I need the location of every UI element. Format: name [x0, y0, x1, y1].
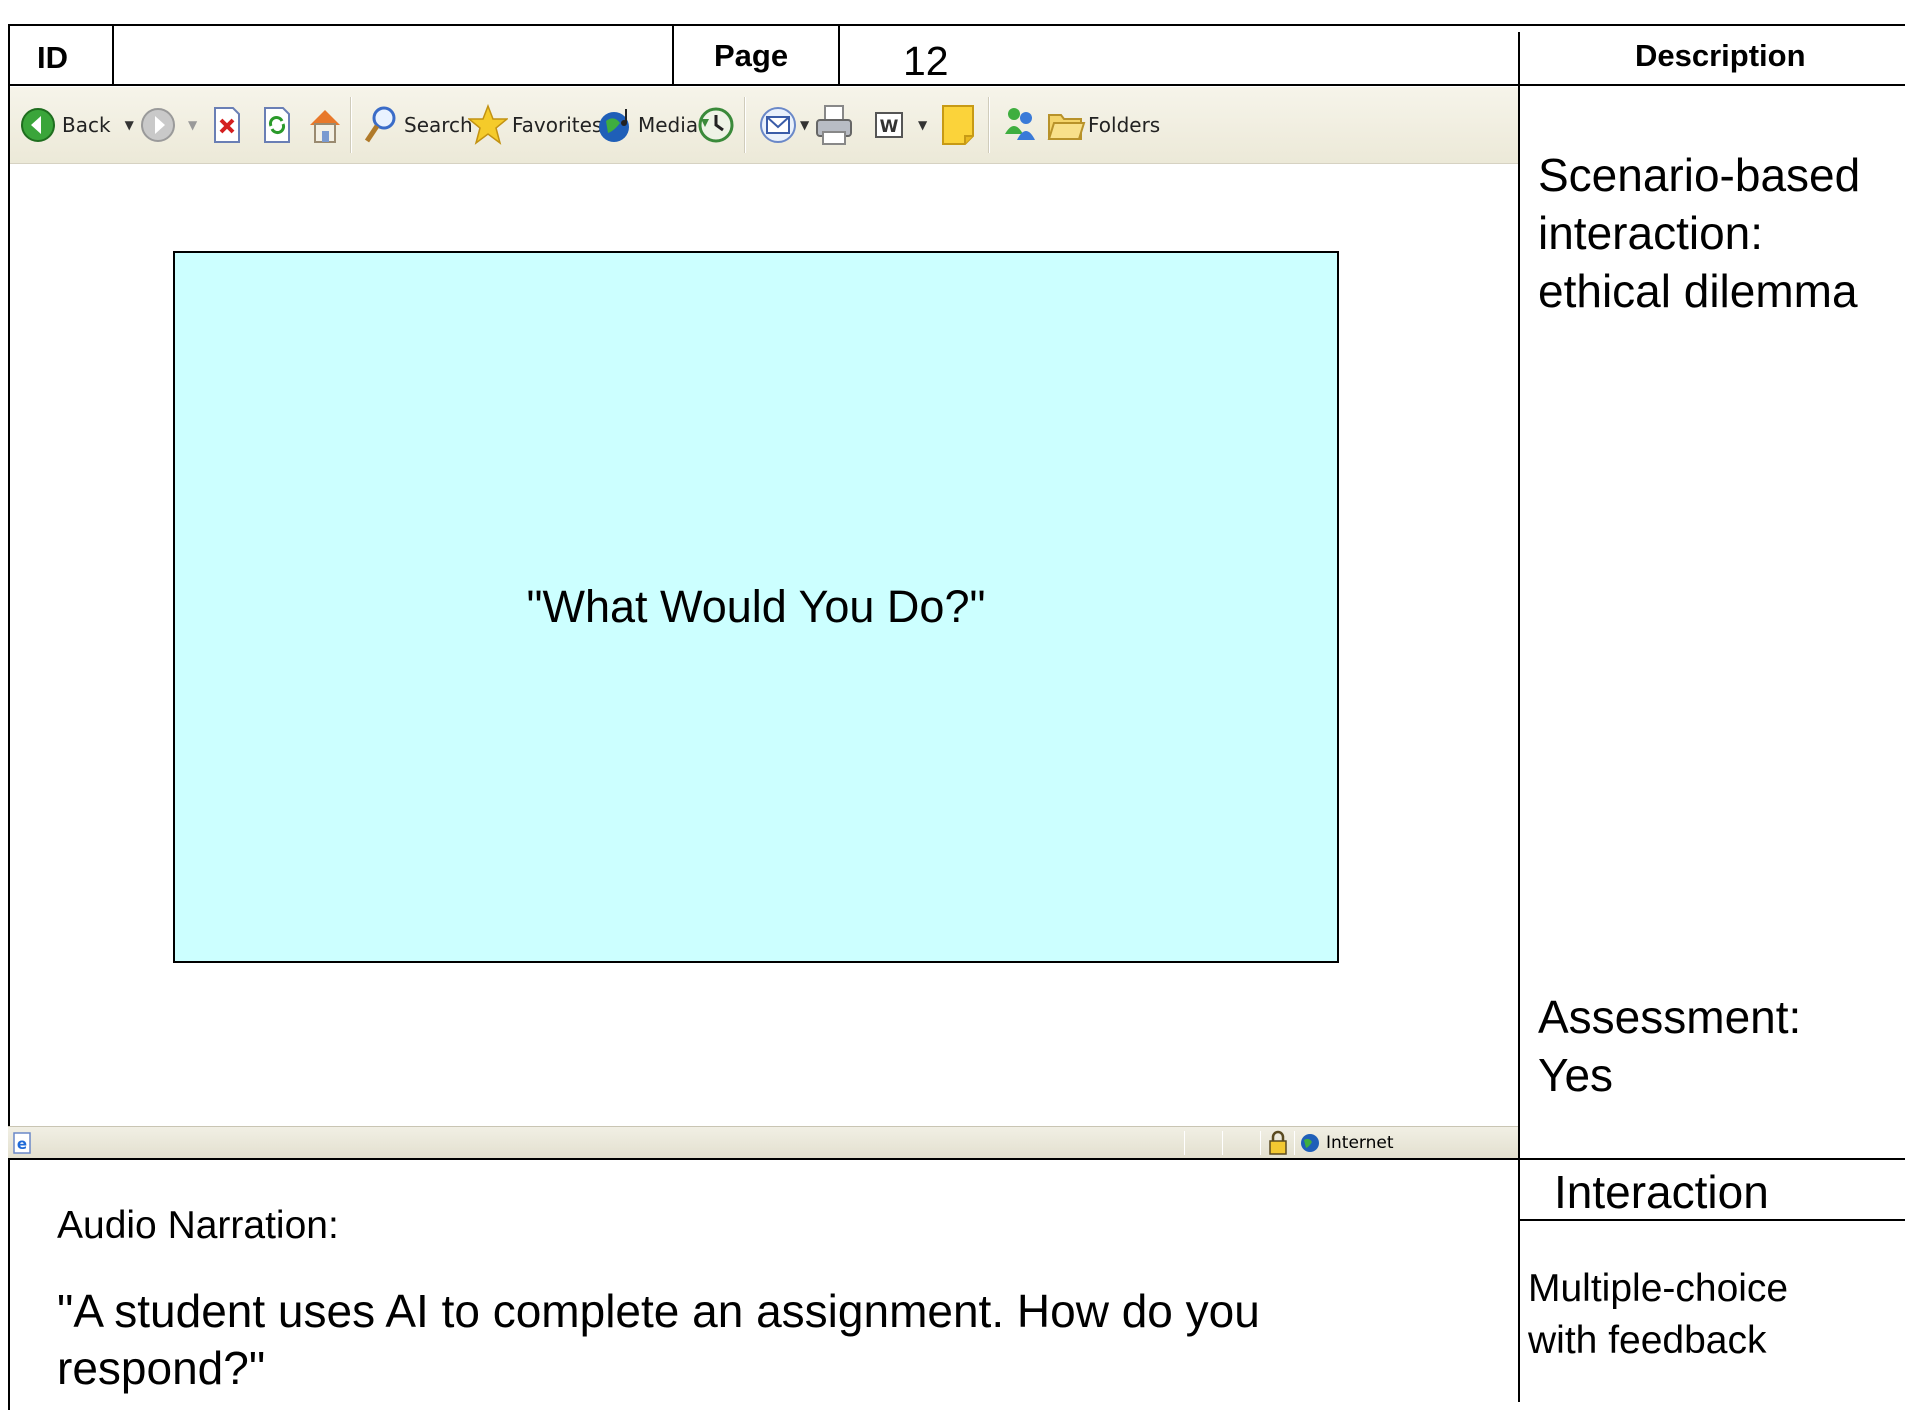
lock-icon: [1269, 1130, 1287, 1155]
history-icon: [698, 107, 734, 143]
assessment-value: Yes: [1538, 1049, 1614, 1101]
header-bottom-border: [8, 84, 1905, 86]
interaction-label: Interaction: [1554, 1166, 1769, 1218]
frame-left-border: [8, 24, 10, 1410]
home-button[interactable]: [306, 101, 344, 149]
word-dropdown-icon[interactable]: ▼: [918, 118, 927, 132]
home-icon: [310, 110, 340, 143]
favorites-icon: [468, 104, 508, 145]
folders-label: Folders: [1088, 113, 1161, 137]
mail-button[interactable]: ▼: [758, 101, 809, 149]
assessment-label: Assessment:: [1538, 991, 1802, 1043]
folders-icon: [1047, 114, 1086, 140]
messenger-icon: [1005, 108, 1035, 140]
mail-dropdown-icon[interactable]: ▼: [800, 118, 809, 132]
description-column-divider: [1518, 32, 1520, 1402]
header-divider-page-left: [672, 24, 674, 84]
back-icon: [21, 108, 55, 142]
print-icon: [816, 105, 852, 145]
forward-button[interactable]: ▼: [140, 101, 197, 149]
media-button[interactable]: Media: [596, 101, 698, 149]
statusbar-divider: [1222, 1131, 1223, 1155]
note-icon: [942, 105, 974, 145]
edit-with-word-button[interactable]: W ▼: [872, 101, 927, 149]
description-label: Description: [1635, 38, 1806, 73]
scenario-box: "What Would You Do?": [173, 251, 1339, 963]
favorites-label: Favorites: [512, 113, 603, 137]
toolbar-separator: [988, 97, 990, 153]
favorites-button[interactable]: Favorites: [468, 101, 602, 149]
print-button[interactable]: [814, 101, 854, 149]
stop-button[interactable]: [212, 101, 242, 149]
globe-icon: [1301, 1134, 1319, 1152]
forward-icon: [141, 108, 175, 142]
header-divider-id: [112, 24, 114, 84]
audio-narration-line: "A student uses AI to complete an assign…: [57, 1285, 1260, 1337]
forward-dropdown-icon[interactable]: ▼: [188, 118, 197, 132]
back-button[interactable]: Back ▼: [20, 101, 134, 149]
description-line: Scenario-based: [1538, 149, 1861, 201]
interaction-line: with feedback: [1528, 1319, 1767, 1362]
interaction-text: Multiple-choice with feedback: [1528, 1263, 1788, 1367]
media-icon: [599, 109, 629, 142]
ie-page-icon: e: [13, 1132, 31, 1154]
mail-icon: [760, 107, 796, 143]
audio-narration-text: "A student uses AI to complete an assign…: [57, 1283, 1260, 1397]
toolbar-separator: [350, 97, 352, 153]
toolbar-separator: [744, 97, 746, 153]
description-line: interaction:: [1538, 207, 1764, 259]
word-icon: W: [875, 112, 903, 138]
refresh-icon: [264, 107, 290, 143]
svg-text:W: W: [880, 117, 899, 137]
history-button[interactable]: [696, 101, 736, 149]
statusbar-divider: [1184, 1131, 1185, 1155]
back-label: Back: [62, 113, 111, 137]
back-dropdown-icon[interactable]: ▼: [125, 118, 134, 132]
refresh-button[interactable]: [262, 101, 292, 149]
folders-button[interactable]: Folders: [1046, 101, 1160, 149]
scenario-text: "What Would You Do?": [526, 581, 986, 632]
audio-narration-line: respond?": [57, 1342, 266, 1394]
page-label: Page: [714, 38, 789, 73]
description-text: Scenario-based interaction: ethical dile…: [1538, 146, 1860, 320]
statusbar-divider: [1260, 1131, 1261, 1155]
page-number: 12: [903, 38, 949, 84]
stop-icon: [214, 107, 240, 143]
description-line: ethical dilemma: [1538, 265, 1858, 317]
frame-top-border: [8, 24, 1905, 26]
search-label: Search: [404, 113, 473, 137]
id-label: ID: [37, 40, 68, 75]
audio-narration-label: Audio Narration:: [57, 1204, 339, 1247]
assessment-text: Assessment: Yes: [1538, 988, 1801, 1104]
header-divider-page-right: [838, 24, 840, 84]
zone-label: Internet: [1326, 1133, 1394, 1153]
svg-text:e: e: [17, 1135, 27, 1153]
browser-toolbar: Back ▼ ▼ Search Favorites Media ▼ W ▼ Fo…: [10, 87, 1518, 164]
statusbar-divider: [1294, 1131, 1295, 1155]
discuss-button[interactable]: [940, 101, 976, 149]
messenger-button[interactable]: [1000, 101, 1040, 149]
media-label: Media: [638, 113, 699, 137]
screen-bottom-border: [8, 1158, 1905, 1160]
interaction-line: Multiple-choice: [1528, 1267, 1789, 1310]
search-icon: [364, 106, 396, 143]
browser-statusbar: e Internet: [8, 1126, 1518, 1158]
search-button[interactable]: Search: [362, 101, 473, 149]
